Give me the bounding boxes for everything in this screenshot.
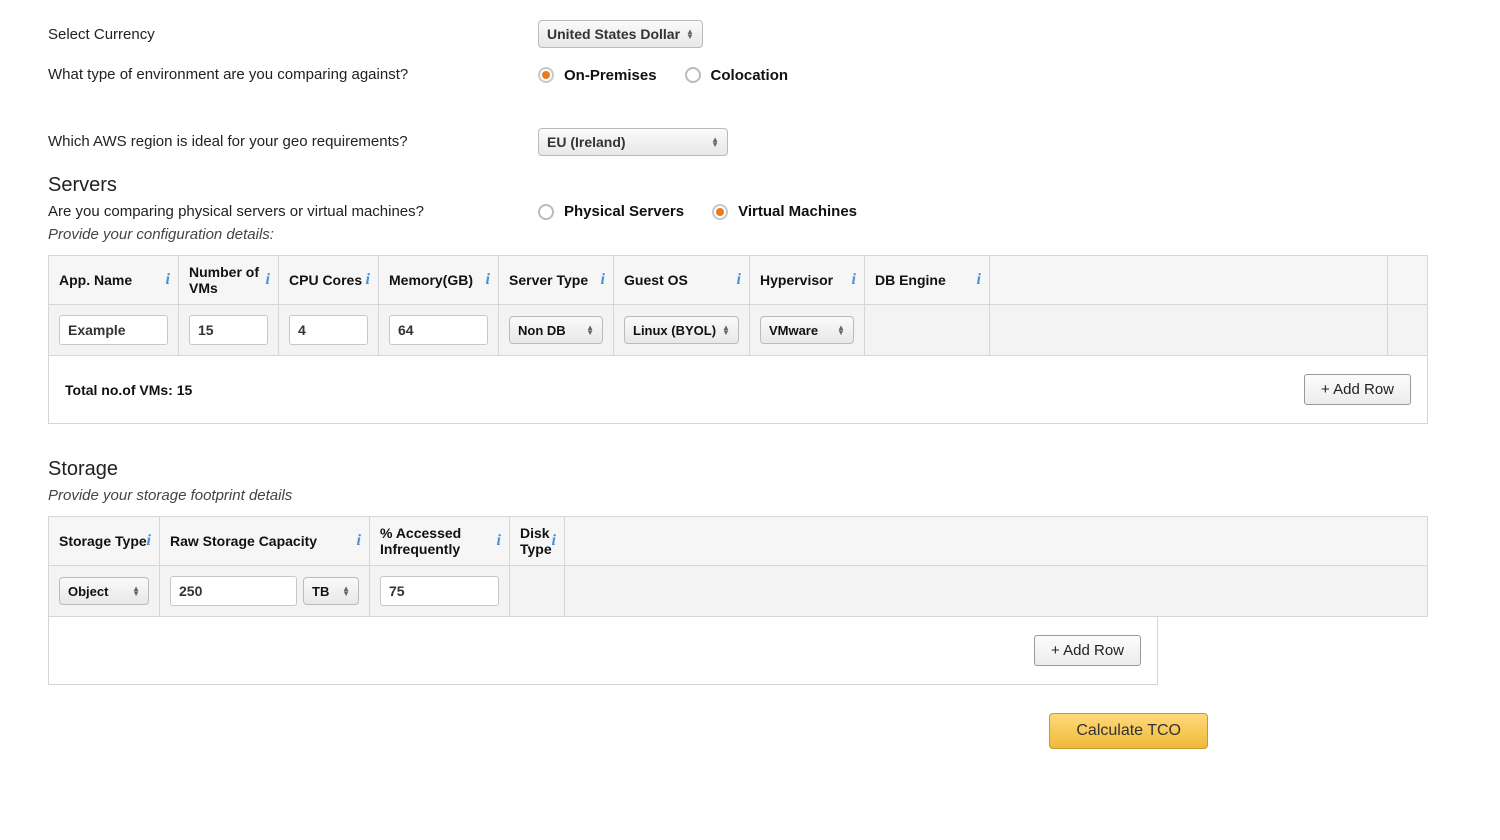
info-icon[interactable]: i xyxy=(366,271,370,289)
server-radio-physical-label: Physical Servers xyxy=(564,203,684,220)
info-icon[interactable]: i xyxy=(497,532,501,550)
memory-input[interactable] xyxy=(389,315,488,345)
total-vms-label: Total no.of VMs: xyxy=(65,382,173,398)
info-icon[interactable]: i xyxy=(852,271,856,289)
info-icon[interactable]: i xyxy=(147,532,151,550)
chevron-updown-icon: ▲▼ xyxy=(722,325,730,335)
radio-icon xyxy=(712,204,728,220)
col-storage-type: Storage Type xyxy=(59,533,147,549)
capacity-value-input[interactable] xyxy=(170,576,297,606)
calculate-tco-button[interactable]: Calculate TCO xyxy=(1049,713,1208,749)
total-vms-value: 15 xyxy=(177,382,193,398)
server-radio-virtual[interactable]: Virtual Machines xyxy=(712,203,857,220)
add-row-button[interactable]: + Add Row xyxy=(1304,374,1411,405)
guest-os-select[interactable]: Linux (BYOL) ▲▼ xyxy=(624,316,739,344)
col-memory: Memory(GB) xyxy=(389,272,473,288)
guest-os-select-value: Linux (BYOL) xyxy=(633,323,716,338)
storage-details-text: Provide your storage footprint details xyxy=(48,487,1452,504)
server-radio-physical[interactable]: Physical Servers xyxy=(538,203,684,220)
region-select-value: EU (Ireland) xyxy=(547,134,626,150)
storage-type-select-value: Object xyxy=(68,584,108,599)
col-raw-capacity: Raw Storage Capacity xyxy=(170,533,317,549)
info-icon[interactable]: i xyxy=(737,271,741,289)
table-row: Non DB ▲▼ Linux (BYOL) ▲▼ VMware ▲▼ xyxy=(49,305,1428,356)
col-db-engine: DB Engine xyxy=(875,272,946,288)
servers-header-row: App. Namei Number of VMsi CPU Coresi Mem… xyxy=(49,256,1428,305)
config-details-text: Provide your configuration details: xyxy=(48,226,1452,243)
storage-heading: Storage xyxy=(48,458,1452,481)
server-type-select[interactable]: Non DB ▲▼ xyxy=(509,316,603,344)
capacity-unit-select[interactable]: TB ▲▼ xyxy=(303,577,359,605)
info-icon[interactable]: i xyxy=(166,271,170,289)
col-server-type: Server Type xyxy=(509,272,588,288)
info-icon[interactable]: i xyxy=(552,532,556,550)
info-icon[interactable]: i xyxy=(266,271,270,289)
col-cpu-cores: CPU Cores xyxy=(289,272,362,288)
env-radio-colocation-label: Colocation xyxy=(711,67,789,84)
col-disk-type: Disk Type xyxy=(520,525,552,557)
chevron-updown-icon: ▲▼ xyxy=(586,325,594,335)
info-icon[interactable]: i xyxy=(486,271,490,289)
servers-heading: Servers xyxy=(48,174,1452,197)
chevron-updown-icon: ▲▼ xyxy=(132,586,140,596)
hypervisor-select[interactable]: VMware ▲▼ xyxy=(760,316,854,344)
col-hypervisor: Hypervisor xyxy=(760,272,833,288)
col-guest-os: Guest OS xyxy=(624,272,688,288)
col-app-name: App. Name xyxy=(59,272,132,288)
col-num-vms: Number of VMs xyxy=(189,264,259,296)
chevron-updown-icon: ▲▼ xyxy=(342,586,350,596)
storage-type-select[interactable]: Object ▲▼ xyxy=(59,577,149,605)
col-pct-infrequent: % Accessed Infrequently xyxy=(380,525,461,557)
radio-icon xyxy=(538,67,554,83)
servers-table-footer: Total no.of VMs: 15 + Add Row xyxy=(48,356,1428,424)
server-type-question: Are you comparing physical servers or vi… xyxy=(48,203,538,220)
info-icon[interactable]: i xyxy=(977,271,981,289)
env-compare-label: What type of environment are you compari… xyxy=(48,66,538,83)
num-vms-input[interactable] xyxy=(189,315,268,345)
chevron-updown-icon: ▲▼ xyxy=(837,325,845,335)
pct-infrequent-input[interactable] xyxy=(380,576,499,606)
currency-select[interactable]: United States Dollar ▲▼ xyxy=(538,20,703,48)
add-row-button[interactable]: + Add Row xyxy=(1034,635,1141,666)
currency-select-value: United States Dollar xyxy=(547,26,680,42)
currency-label: Select Currency xyxy=(48,26,538,43)
info-icon[interactable]: i xyxy=(357,532,361,550)
capacity-unit-select-value: TB xyxy=(312,584,329,599)
region-label: Which AWS region is ideal for your geo r… xyxy=(48,133,538,150)
env-radio-colocation[interactable]: Colocation xyxy=(685,67,789,84)
env-radio-onprem-label: On-Premises xyxy=(564,67,657,84)
server-type-select-value: Non DB xyxy=(518,323,566,338)
app-name-input[interactable] xyxy=(59,315,168,345)
storage-table: Storage Typei Raw Storage Capacityi % Ac… xyxy=(48,516,1428,617)
chevron-updown-icon: ▲▼ xyxy=(686,29,694,39)
storage-table-footer: + Add Row xyxy=(48,617,1158,685)
hypervisor-select-value: VMware xyxy=(769,323,818,338)
radio-icon xyxy=(685,67,701,83)
server-radio-virtual-label: Virtual Machines xyxy=(738,203,857,220)
region-select[interactable]: EU (Ireland) ▲▼ xyxy=(538,128,728,156)
chevron-updown-icon: ▲▼ xyxy=(711,137,719,147)
env-radio-onprem[interactable]: On-Premises xyxy=(538,67,657,84)
storage-header-row: Storage Typei Raw Storage Capacityi % Ac… xyxy=(49,517,1428,566)
cpu-cores-input[interactable] xyxy=(289,315,368,345)
info-icon[interactable]: i xyxy=(601,271,605,289)
servers-table: App. Namei Number of VMsi CPU Coresi Mem… xyxy=(48,255,1428,356)
table-row: Object ▲▼ TB ▲▼ xyxy=(49,566,1428,617)
radio-icon xyxy=(538,204,554,220)
